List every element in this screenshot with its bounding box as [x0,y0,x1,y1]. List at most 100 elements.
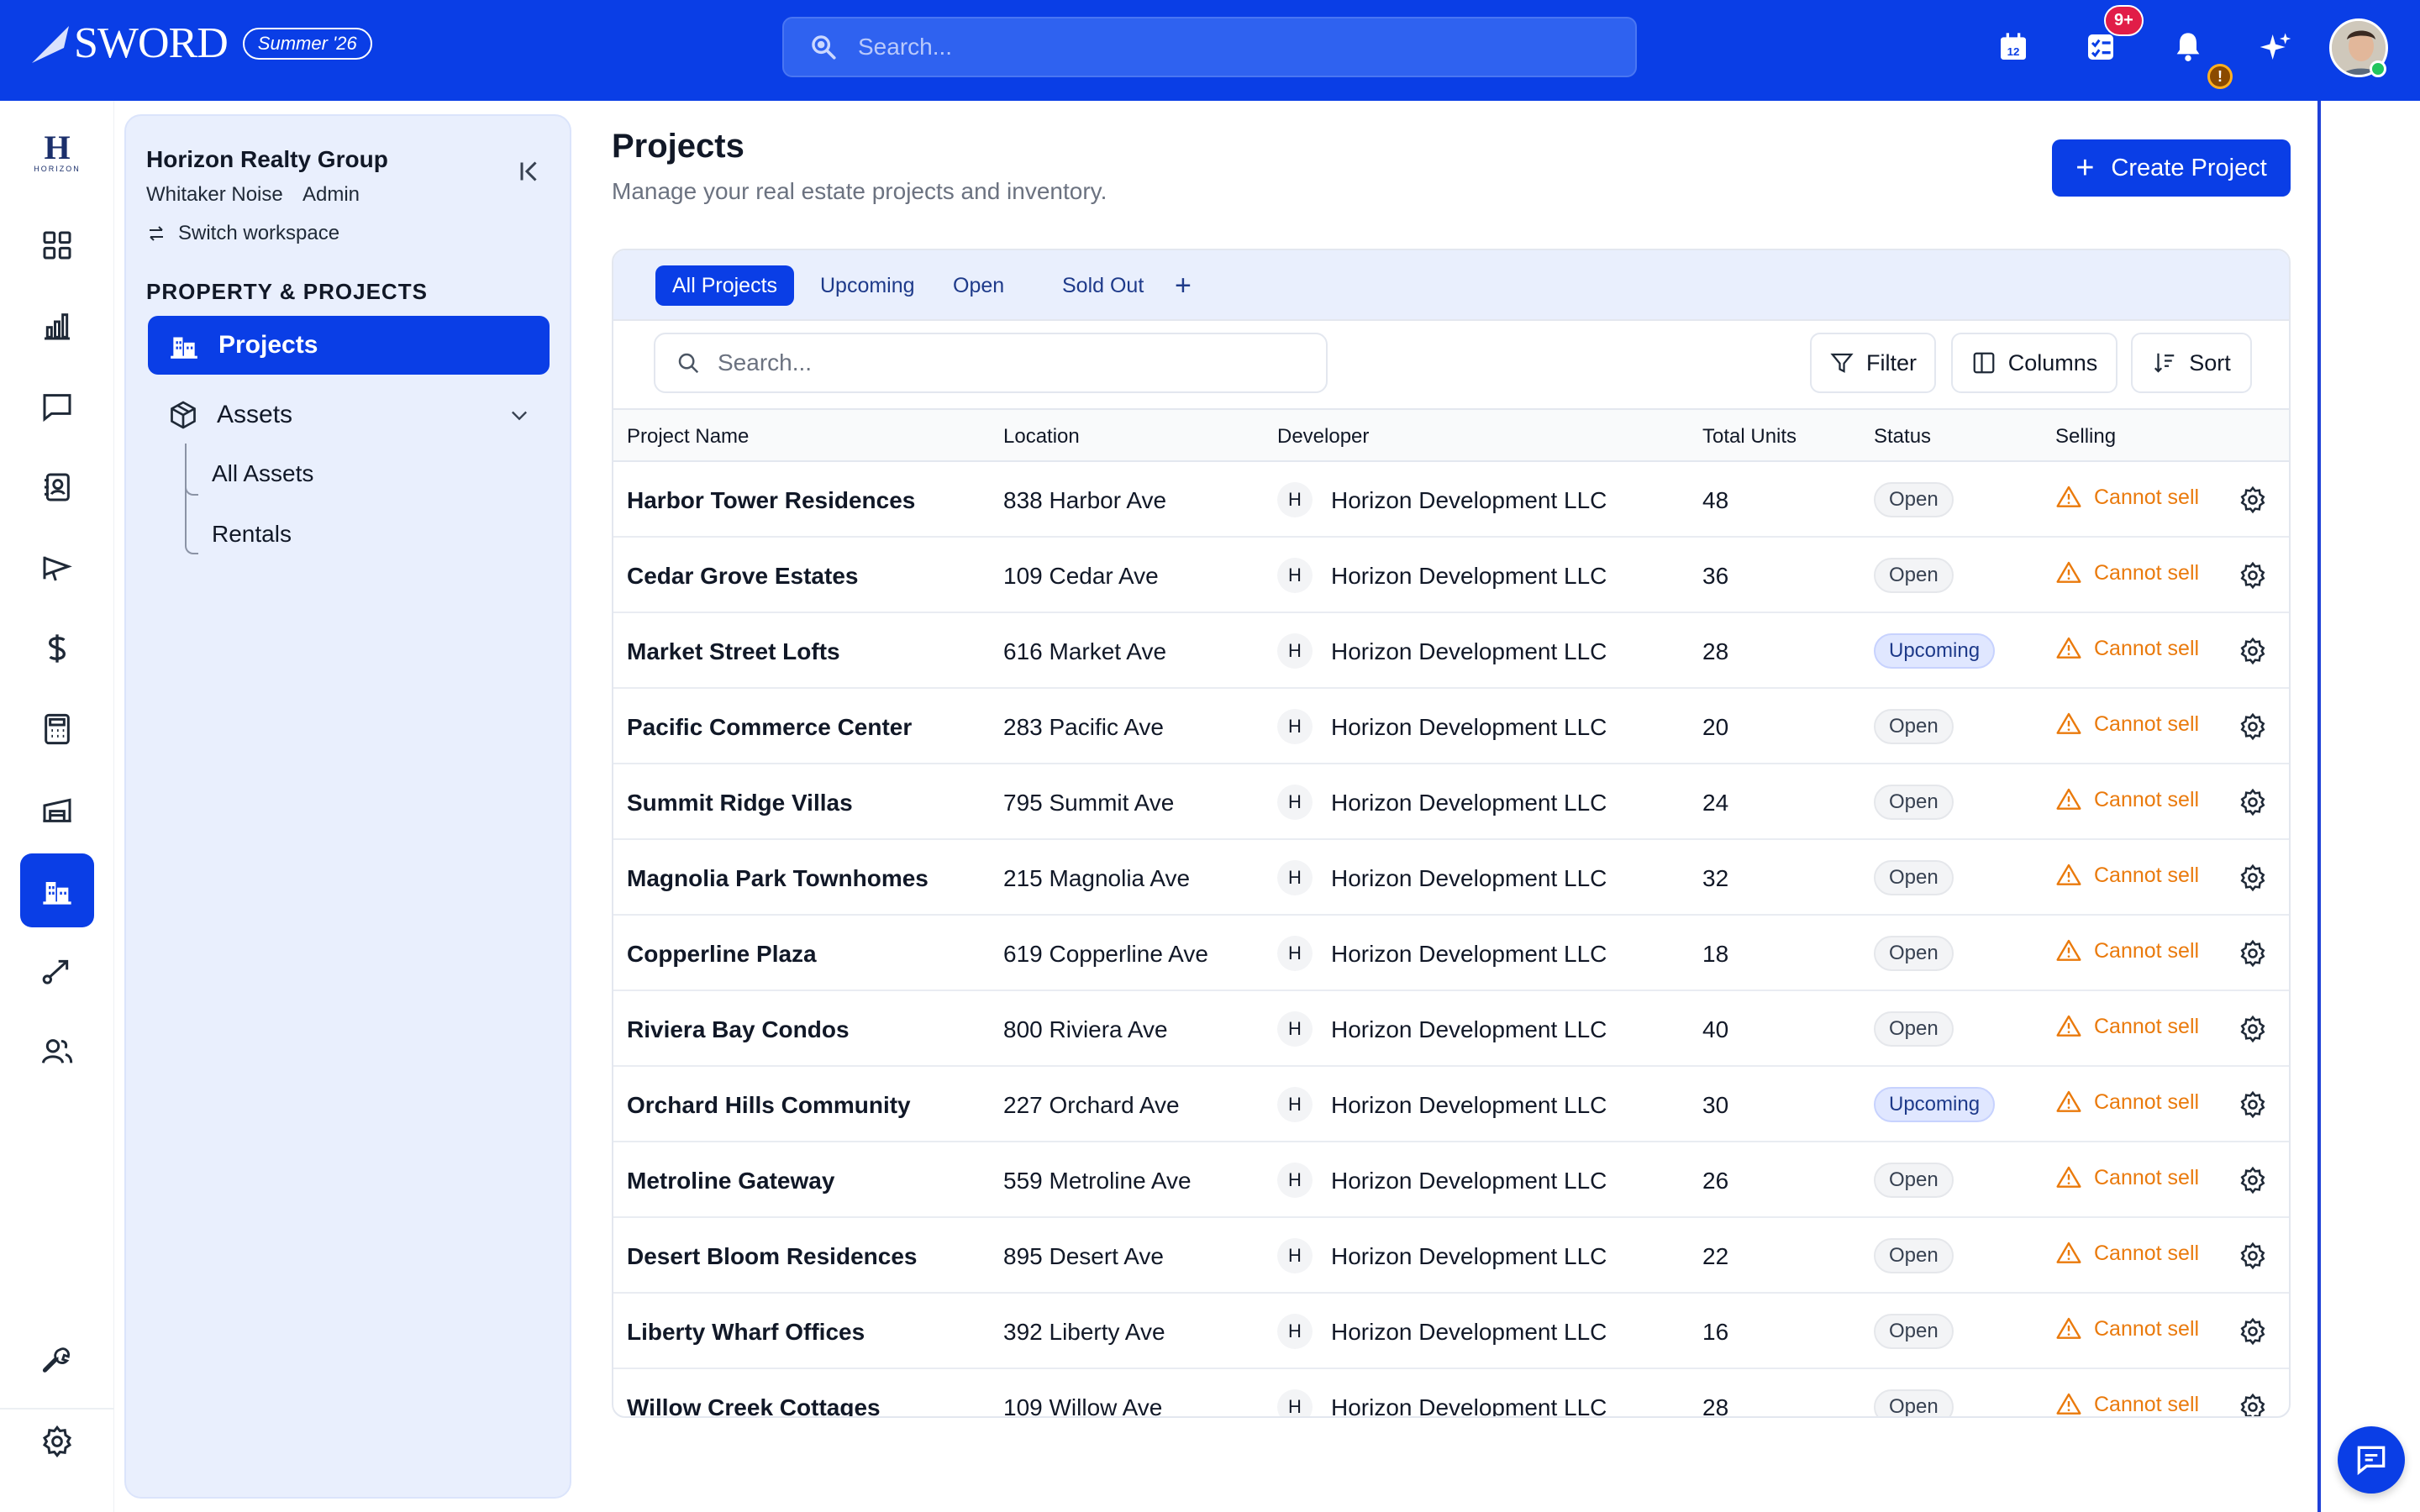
warning-icon [2056,637,2081,659]
project-name-cell[interactable]: Copperline Plaza [627,941,817,968]
brand-logo[interactable]: SWORD Summer '26 [30,18,372,68]
table-row[interactable]: Willow Creek Cottages 109 Willow Ave H Hori… [613,1369,2289,1418]
project-name-cell[interactable]: Market Street Lofts [627,638,840,665]
table-search-input[interactable]: Search... [654,333,1328,393]
search-icon [812,35,836,60]
workspace-logo[interactable]: H HORIZON [25,131,89,181]
developer-avatar: H [1277,1011,1313,1047]
filter-button[interactable]: Filter [1810,333,1936,393]
row-settings-icon[interactable] [2238,1242,2267,1270]
status-badge: Open [1874,709,1954,744]
developer-cell: Horizon Development LLC [1331,865,1607,891]
sidebar-item-rentals[interactable]: Rentals [212,521,292,548]
row-settings-icon[interactable] [2238,1393,2267,1418]
global-search-input[interactable]: Search... [782,17,1637,77]
table-row[interactable]: Liberty Wharf Offices 392 Liberty Ave H Hor… [613,1294,2289,1369]
table-row[interactable]: Magnolia Park Townhomes 215 Magnolia Ave H… [613,840,2289,916]
rail-finance[interactable] [20,612,94,685]
project-name-cell[interactable]: Metroline Gateway [627,1168,834,1194]
rail-settings[interactable] [20,1404,94,1478]
swap-icon [150,226,163,241]
row-settings-icon[interactable] [2238,864,2267,892]
sidebar-item-all-assets[interactable]: All Assets [212,460,313,487]
row-settings-icon[interactable] [2238,939,2267,968]
tab-all-projects[interactable]: All Projects [655,265,795,306]
table-row[interactable]: Riviera Bay Condos 800 Riviera Ave H Horizo… [613,991,2289,1067]
row-settings-icon[interactable] [2238,561,2267,590]
project-name-cell[interactable]: Willow Creek Cottages [627,1394,881,1416]
rail-marketing[interactable] [20,531,94,605]
selling-status: Cannot sell [2055,1391,2200,1416]
tab-open[interactable]: Open [936,265,1021,306]
selling-label: Cannot sell [2094,1089,2200,1114]
chat-button[interactable] [2338,1426,2405,1494]
row-settings-icon[interactable] [2238,486,2267,514]
selling-label: Cannot sell [2094,1392,2200,1416]
add-tab-button[interactable]: + [1175,265,1192,306]
rail-team[interactable] [20,1015,94,1089]
tasks-icon[interactable] [2084,30,2118,64]
status-badge: Upcoming [1874,633,1996,669]
table-row[interactable]: Desert Bloom Residences 895 Desert Ave H Ho… [613,1218,2289,1294]
project-name-cell[interactable]: Summit Ridge Villas [627,790,853,816]
table-row[interactable]: Pacific Commerce Center 283 Pacific Ave H H… [613,689,2289,764]
row-settings-icon[interactable] [2238,788,2267,816]
project-name-cell[interactable]: Harbor Tower Residences [627,487,915,514]
rail-tools[interactable] [20,1324,94,1398]
column-header-project-name[interactable]: Project Name [627,425,749,449]
row-settings-icon[interactable] [2238,1090,2267,1119]
table-row[interactable]: Orchard Hills Community 227 Orchard Ave H H… [613,1067,2289,1142]
columns-button[interactable]: Columns [1951,333,2118,393]
rail-dashboard[interactable] [20,208,94,282]
column-header-location[interactable]: Location [1003,425,1080,449]
rail-calculator[interactable] [20,692,94,766]
table-row[interactable]: Summit Ridge Villas 795 Summit Ave H Horizo… [613,764,2289,840]
table-row[interactable]: Cedar Grove Estates 109 Cedar Ave H Horizon… [613,538,2289,613]
row-settings-icon[interactable] [2238,712,2267,741]
create-project-button[interactable]: + Create Project [2052,139,2291,197]
project-name-cell[interactable]: Riviera Bay Condos [627,1016,850,1043]
developer-cell: Horizon Development LLC [1331,1168,1607,1194]
warning-icon [2056,1317,2081,1339]
location-cell: 283 Pacific Ave [1003,714,1164,740]
table-row[interactable]: Harbor Tower Residences 838 Harbor Ave H Ho… [613,462,2289,538]
rail-workflows[interactable] [20,934,94,1008]
calendar-icon[interactable]: 12 [1996,30,2030,64]
project-name-cell[interactable]: Liberty Wharf Offices [627,1319,865,1346]
row-settings-icon[interactable] [2238,1317,2267,1346]
row-settings-icon[interactable] [2238,1166,2267,1194]
column-header-status[interactable]: Status [1874,425,1931,449]
sidebar-item-projects[interactable]: Projects [148,316,550,375]
project-name-cell[interactable]: Orchard Hills Community [627,1092,911,1119]
project-name-cell[interactable]: Pacific Commerce Center [627,714,912,741]
project-name-cell[interactable]: Desert Bloom Residences [627,1243,917,1270]
rail-warehouse[interactable] [20,773,94,847]
table-row[interactable]: Market Street Lofts 616 Market Ave H Horizo… [613,613,2289,689]
switch-workspace-link[interactable]: Switch workspace [146,222,339,245]
rail-contacts[interactable] [20,450,94,524]
table-row[interactable]: Copperline Plaza 619 Copperline Ave H Horiz… [613,916,2289,991]
column-header-selling[interactable]: Selling [2055,425,2116,449]
sparkle-ai-icon[interactable] [2259,30,2292,64]
collapse-sidebar-icon[interactable] [514,156,544,186]
rail-messages[interactable] [20,370,94,444]
column-header-total-units[interactable]: Total Units [1702,425,1797,449]
column-header-developer[interactable]: Developer [1277,425,1369,449]
row-settings-icon[interactable] [2238,1015,2267,1043]
sidebar-item-assets[interactable]: Assets [168,390,550,440]
tab-sold-out[interactable]: Sold Out [1045,265,1160,306]
chevron-down-icon[interactable] [508,403,531,427]
tab-upcoming[interactable]: Upcoming [803,265,932,306]
developer-cell: Horizon Development LLC [1331,941,1607,967]
sort-button[interactable]: Sort [2131,333,2252,393]
project-name-cell[interactable]: Cedar Grove Estates [627,563,858,590]
table-row[interactable]: Metroline Gateway 559 Metroline Ave H Horiz… [613,1142,2289,1218]
row-settings-icon[interactable] [2238,637,2267,665]
rail-analytics[interactable] [20,289,94,363]
developer-avatar: H [1277,633,1313,669]
developer-avatar: H [1277,860,1313,895]
projects-card: All Projects Upcoming Open Sold Out + Se… [612,249,2291,1418]
rail-projects[interactable] [20,853,94,927]
bell-icon[interactable] [2171,30,2205,64]
project-name-cell[interactable]: Magnolia Park Townhomes [627,865,929,892]
